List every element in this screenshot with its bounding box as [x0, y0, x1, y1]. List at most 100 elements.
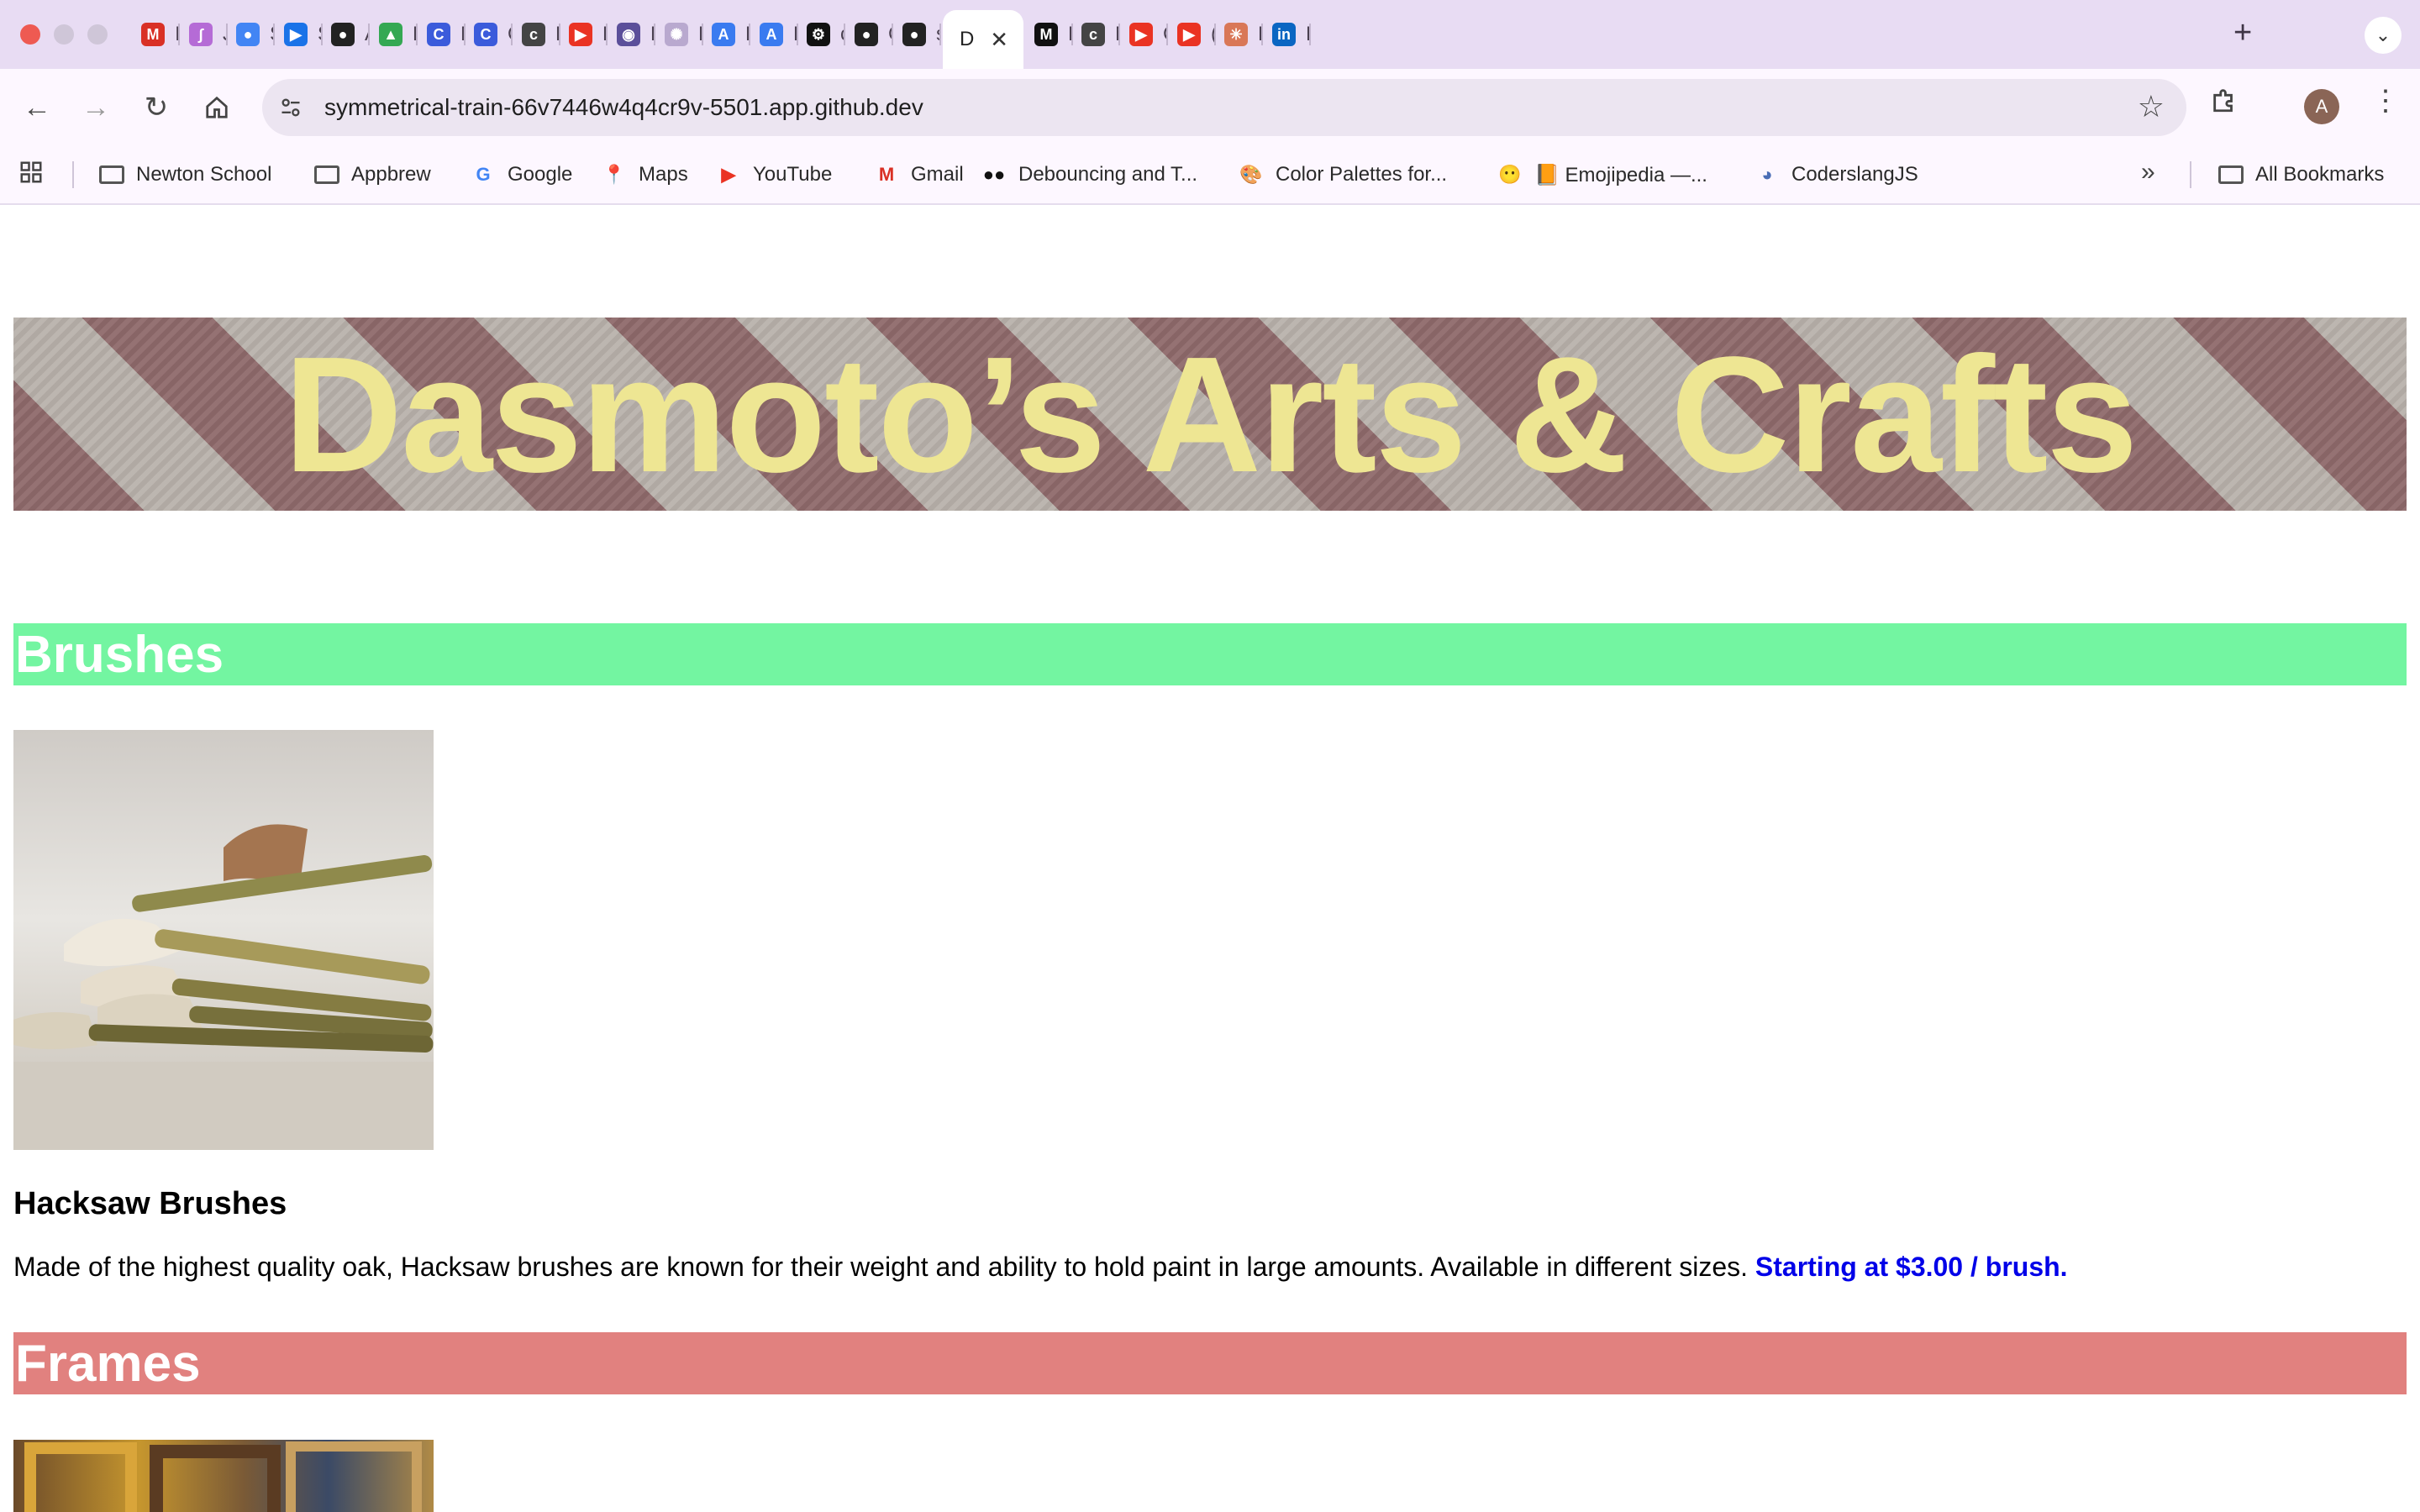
new-tab-button[interactable]: + [2233, 15, 2252, 51]
tab-active[interactable]: D ✕ [943, 10, 1023, 69]
codepen-icon: c [1081, 23, 1105, 46]
window-close-button[interactable] [20, 24, 40, 45]
tab-separator [416, 24, 418, 45]
reload-icon: ↻ [144, 92, 169, 123]
product-price: Starting at $3.00 / brush. [1754, 1252, 2068, 1282]
extensions-icon[interactable] [2210, 86, 2238, 122]
tab[interactable]: ●A [324, 15, 370, 54]
chrome-icon: ● [236, 23, 260, 46]
tab-separator [797, 24, 798, 45]
tab[interactable]: ● s [896, 15, 941, 54]
tab-separator [702, 24, 703, 45]
site-info-icon[interactable] [276, 92, 306, 123]
tab-separator [178, 24, 180, 45]
tab-separator [321, 24, 323, 45]
window-minimize-button[interactable] [54, 24, 74, 45]
folder-icon [99, 162, 124, 187]
tab[interactable]: ▶( [1171, 15, 1216, 54]
github-icon: ● [855, 23, 878, 46]
tab[interactable]: CM [420, 15, 466, 54]
tab[interactable]: ◉H [610, 15, 655, 54]
tab-search-button[interactable]: ⌄ [2365, 17, 2402, 54]
tab-separator [511, 24, 513, 45]
pen-icon: ∫ [189, 23, 213, 46]
tab[interactable]: ▶H [562, 15, 608, 54]
reload-button[interactable]: ↻ [134, 86, 178, 129]
home-button[interactable] [195, 86, 239, 129]
site-favicon-icon: 📍 [602, 164, 626, 185]
bookmark-item[interactable]: 🎨 Color Palettes for... [1239, 160, 1447, 190]
youtube-icon: ▶ [1129, 23, 1153, 46]
tab[interactable]: ●C [848, 15, 893, 54]
all-bookmarks-button[interactable]: All Bookmarks [2218, 160, 2384, 190]
arrow-left-icon: ← [23, 91, 51, 123]
bookmark-label: YouTube [753, 163, 833, 186]
bookmark-item[interactable]: 📍 Maps [602, 160, 687, 190]
tab[interactable]: ▲F [372, 15, 418, 54]
tab-separator [1166, 24, 1168, 45]
tab-separator [1071, 24, 1073, 45]
tab[interactable]: MIn [134, 15, 180, 54]
bookmark-item[interactable]: M Gmail [874, 160, 964, 190]
tab[interactable]: ✺L [658, 15, 703, 54]
bookmark-label: Newton School [136, 163, 272, 186]
linkedin-icon: in [1272, 23, 1296, 46]
address-bar-url[interactable]: symmetrical-train-66v7446w4q4cr9v-5501.a… [324, 94, 923, 121]
window-zoom-button[interactable] [87, 24, 108, 45]
bookmark-item[interactable]: 😶 📙 Emojipedia —... [1497, 160, 1707, 190]
bookmark-item[interactable]: Newton School [99, 160, 271, 190]
more-menu-icon[interactable]: ⋮ [2371, 84, 2400, 118]
bookmark-label: CoderslangJS [1791, 163, 1918, 186]
youtube-icon: ▶ [1177, 23, 1201, 46]
bookmark-item[interactable]: ●● Debouncing and T... [981, 160, 1197, 190]
site-favicon-icon: 😶 [1498, 164, 1522, 185]
tab[interactable]: ▶C [1123, 15, 1168, 54]
tab-separator [464, 24, 466, 45]
bookmarks-divider [2190, 161, 2191, 188]
bookmark-item[interactable]: ▶ YouTube [716, 160, 833, 190]
bookmark-item[interactable]: G Google [471, 160, 572, 190]
youtube-icon: ▶ [569, 23, 592, 46]
tab[interactable]: ●S [229, 15, 275, 54]
tab[interactable]: ML [1028, 15, 1073, 54]
bookmark-label: Google [508, 163, 573, 186]
folder-icon [2218, 162, 2244, 187]
bookmark-item[interactable]: Appbrew [314, 160, 431, 190]
arrow-logo-icon: A [712, 23, 735, 46]
site-favicon-icon: M [878, 164, 895, 185]
tab[interactable]: ∫ J [182, 15, 228, 54]
back-button[interactable]: ← [15, 86, 59, 129]
site-favicon-icon: ▶ [721, 164, 736, 185]
tab[interactable]: CC [467, 15, 513, 54]
frames-heading: Frames [13, 1332, 2407, 1394]
bookmark-star-icon[interactable]: ☆ [2138, 89, 2165, 124]
tab[interactable]: cD [515, 15, 560, 54]
close-icon[interactable]: ✕ [990, 27, 1008, 53]
github-icon: ● [902, 23, 926, 46]
tab[interactable]: inF [1265, 15, 1311, 54]
more-bookmarks-icon[interactable]: » [2141, 158, 2155, 186]
tab[interactable]: AF [753, 15, 798, 54]
arrow-logo-icon: A [760, 23, 783, 46]
address-bar[interactable]: symmetrical-train-66v7446w4q4cr9v-5501.a… [262, 79, 2186, 136]
bookmarks-divider [72, 161, 74, 188]
tab[interactable]: AH [705, 15, 750, 54]
tab-separator [559, 24, 560, 45]
bookmarks-bar: Newton School Appbrew G Google 📍 Maps ▶ YouTube… [0, 146, 2420, 205]
tab-separator [606, 24, 608, 45]
product-description-text: Made of the highest quality oak, Hacksaw… [13, 1252, 1748, 1282]
product-title: Hacksaw Brushes [13, 1186, 287, 1221]
tab[interactable]: ✳F [1218, 15, 1263, 54]
profile-avatar[interactable]: A [2304, 89, 2339, 124]
web-page: Dasmoto’s Arts & Crafts Brushes Hacksaw … [0, 205, 2420, 1512]
tab[interactable]: ▶S [277, 15, 323, 54]
drive-icon: ▲ [379, 23, 402, 46]
bookmark-item[interactable]: ◕ CoderslangJS [1754, 160, 1918, 190]
tab-separator [654, 24, 655, 45]
tab[interactable]: ⚙ c [800, 15, 845, 54]
forward-button[interactable]: → [74, 86, 118, 129]
tab[interactable]: cN [1075, 15, 1120, 54]
tab-separator [844, 24, 845, 45]
sparkle-icon: ✳ [1224, 23, 1248, 46]
apps-grid-icon[interactable] [18, 160, 44, 192]
